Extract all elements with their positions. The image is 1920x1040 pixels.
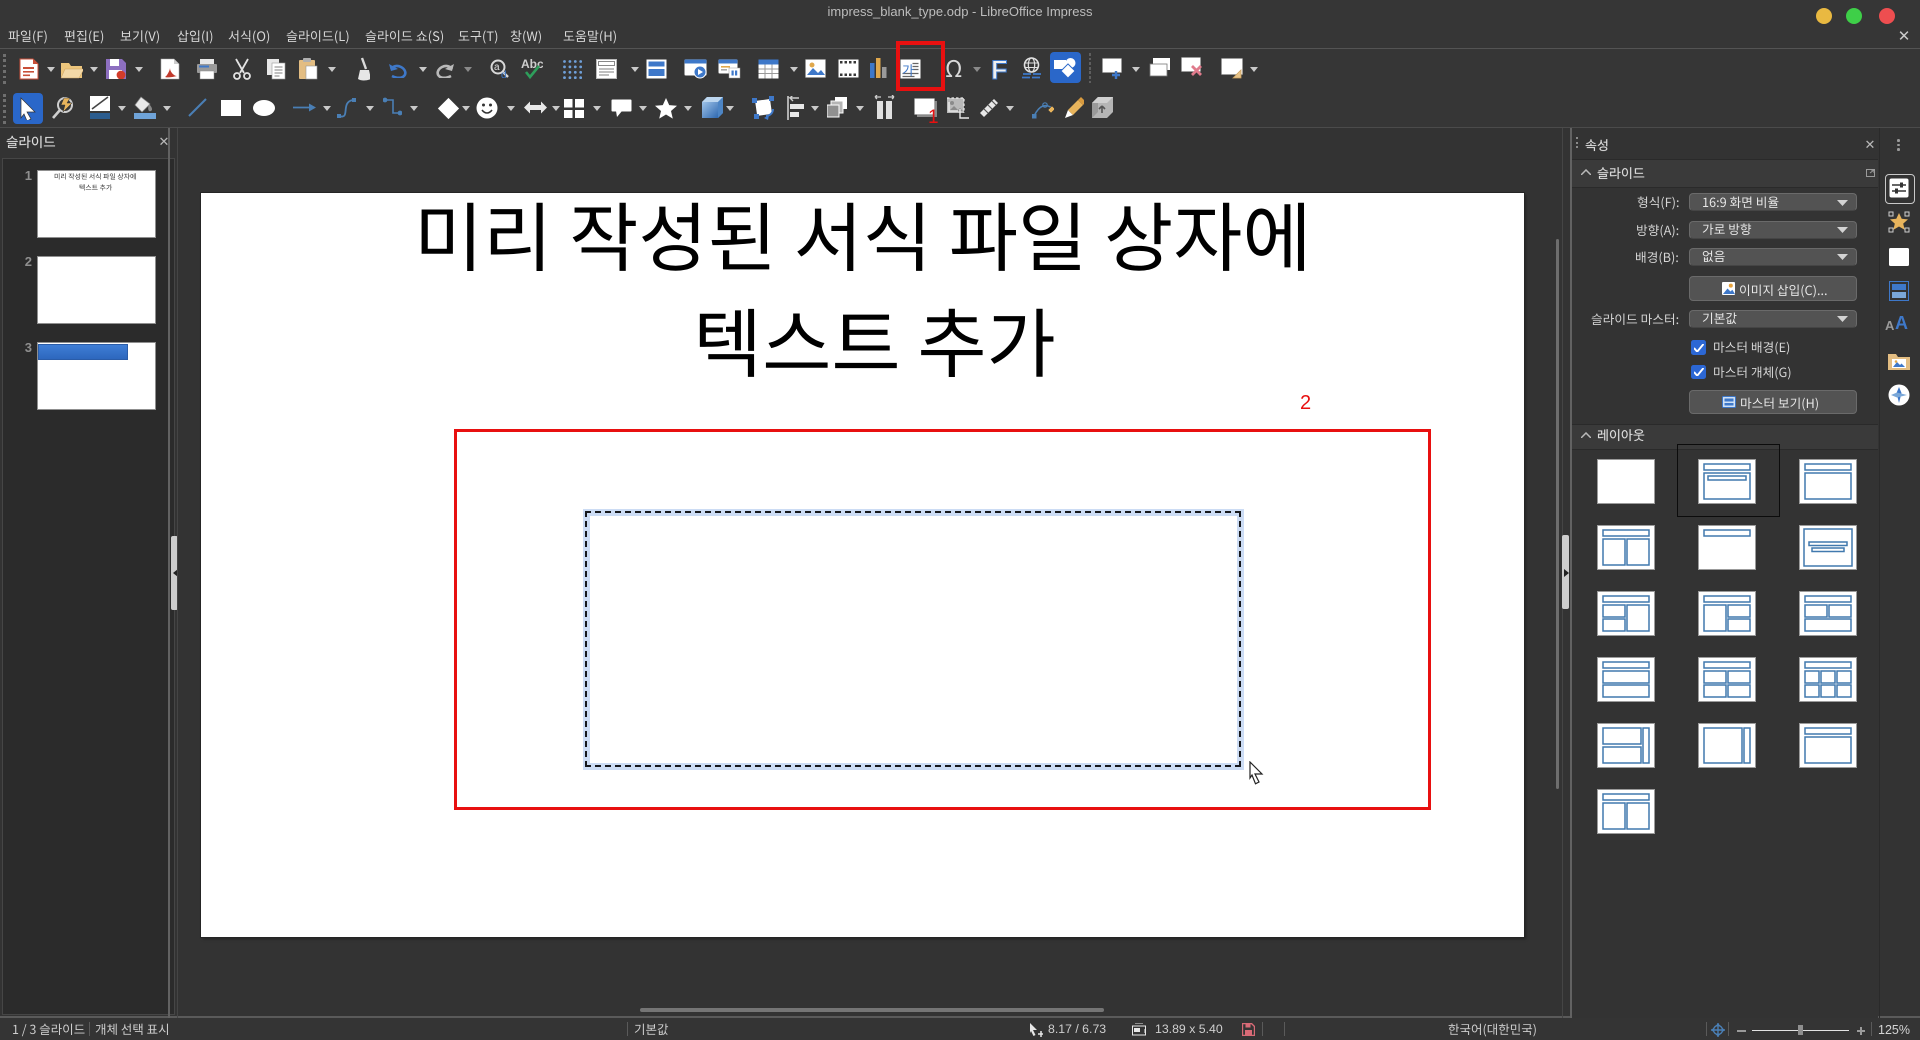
svg-text:d: d	[501, 70, 507, 80]
svg-text:a: a	[494, 62, 500, 73]
svg-text:Abc: Abc	[521, 57, 543, 71]
